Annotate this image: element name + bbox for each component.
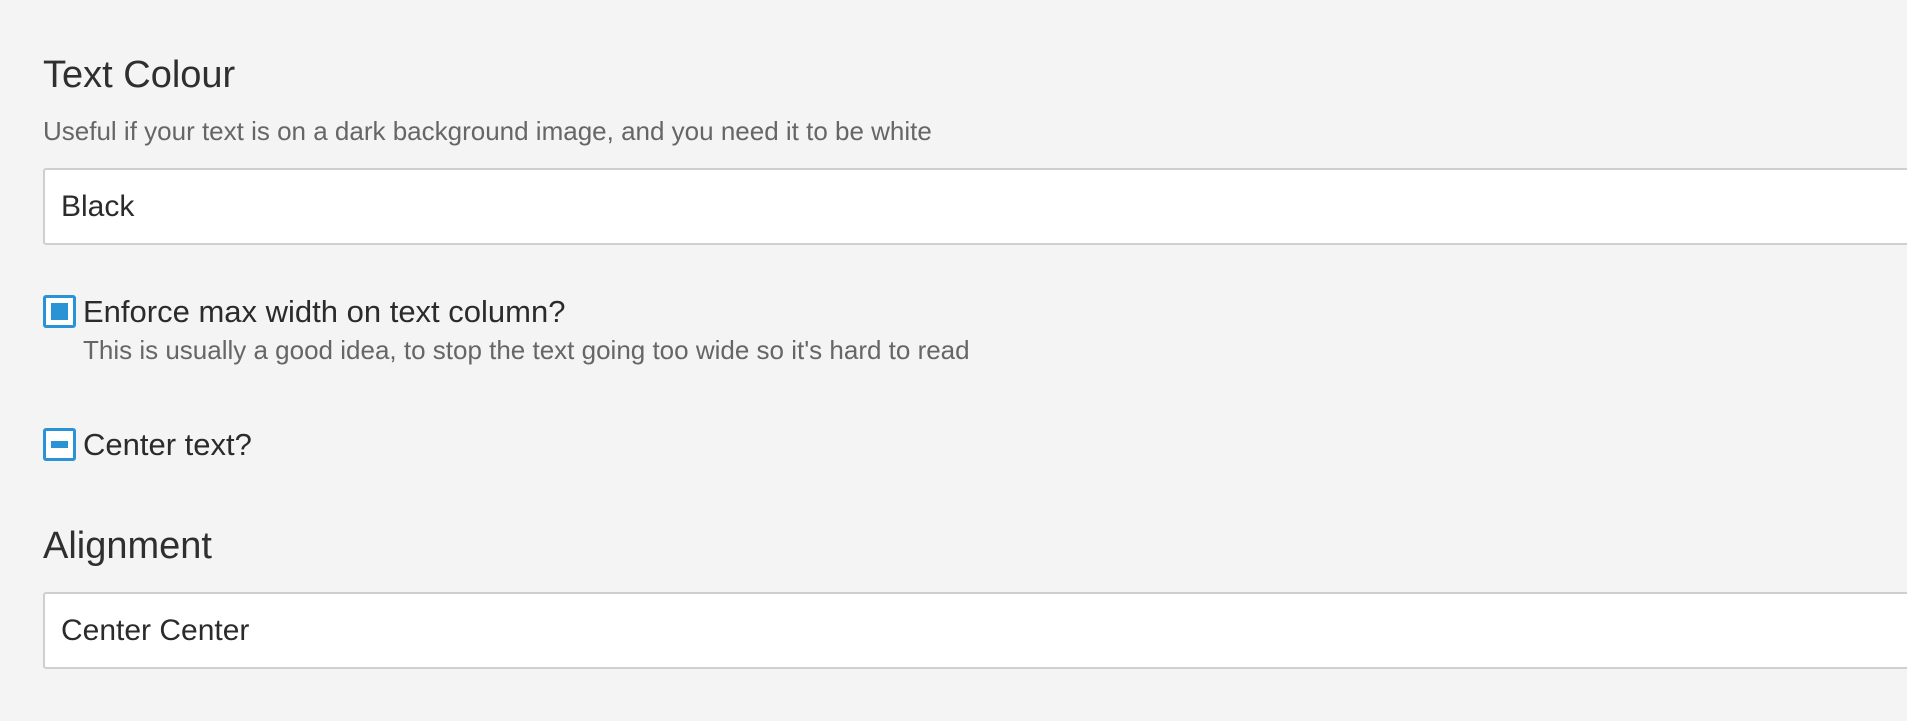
text-colour-help: Useful if your text is on a dark backgro… xyxy=(43,116,932,146)
checked-mark-icon xyxy=(51,303,68,320)
indeterminate-mark-icon xyxy=(51,441,68,448)
center-text-label[interactable]: Center text? xyxy=(83,428,252,461)
center-text-checkbox[interactable] xyxy=(43,428,76,461)
max-width-help: This is usually a good idea, to stop the… xyxy=(83,335,970,365)
max-width-label[interactable]: Enforce max width on text column? xyxy=(83,295,565,328)
text-colour-title: Text Colour xyxy=(43,54,236,96)
alignment-value: Center Center xyxy=(61,614,250,647)
text-colour-value: Black xyxy=(61,190,135,223)
text-colour-select[interactable]: Black xyxy=(43,168,1907,245)
alignment-title: Alignment xyxy=(43,525,212,567)
alignment-select[interactable]: Center Center xyxy=(43,592,1907,669)
max-width-checkbox[interactable] xyxy=(43,295,76,328)
